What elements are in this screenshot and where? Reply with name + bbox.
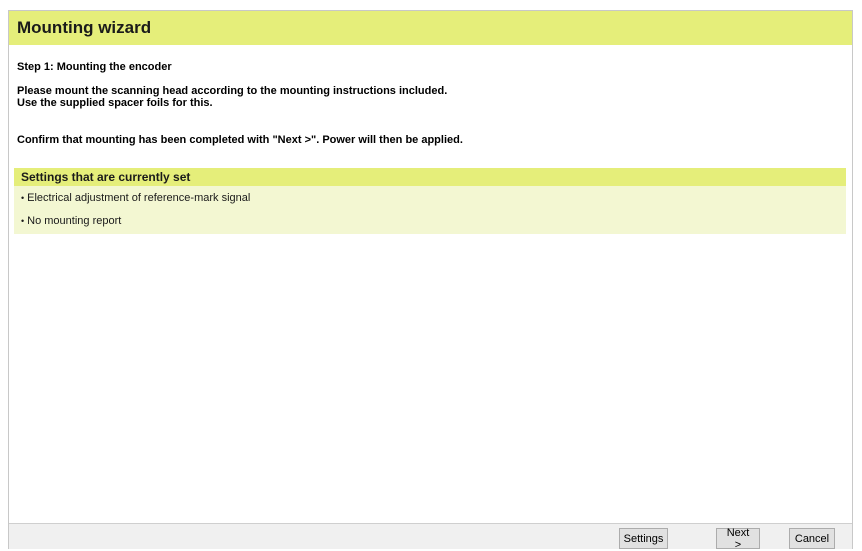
settings-list: • Electrical adjustment of reference-mar…	[14, 186, 846, 234]
window-title: Mounting wizard	[17, 18, 152, 37]
cancel-button[interactable]: Cancel	[789, 528, 835, 549]
settings-item-label: No mounting report	[27, 215, 122, 227]
mounting-instructions: Please mount the scanning head according…	[17, 85, 844, 109]
list-item: • No mounting report	[21, 213, 846, 229]
bullet-icon: •	[21, 193, 25, 203]
step-title: Step 1: Mounting the encoder	[17, 61, 172, 73]
settings-header: Settings that are currently set	[14, 168, 846, 186]
confirm-text: Confirm that mounting has been completed…	[17, 134, 463, 146]
wizard-content: Step 1: Mounting the encoder Please moun…	[9, 61, 852, 234]
next-button[interactable]: Next >	[716, 527, 760, 551]
title-bar: Mounting wizard	[9, 11, 852, 45]
instruction-line-1: Please mount the scanning head according…	[17, 85, 448, 97]
bullet-icon: •	[21, 216, 25, 226]
settings-item-label: Electrical adjustment of reference-mark …	[27, 192, 251, 204]
instruction-line-2: Use the supplied spacer foils for this.	[17, 97, 213, 109]
mounting-wizard-window: Mounting wizard Step 1: Mounting the enc…	[8, 10, 853, 551]
footer-bar: Settings Next > Cancel	[9, 523, 852, 551]
settings-section: Settings that are currently set • Electr…	[14, 168, 846, 234]
list-item: • Electrical adjustment of reference-mar…	[21, 190, 846, 206]
settings-button[interactable]: Settings	[619, 528, 668, 549]
